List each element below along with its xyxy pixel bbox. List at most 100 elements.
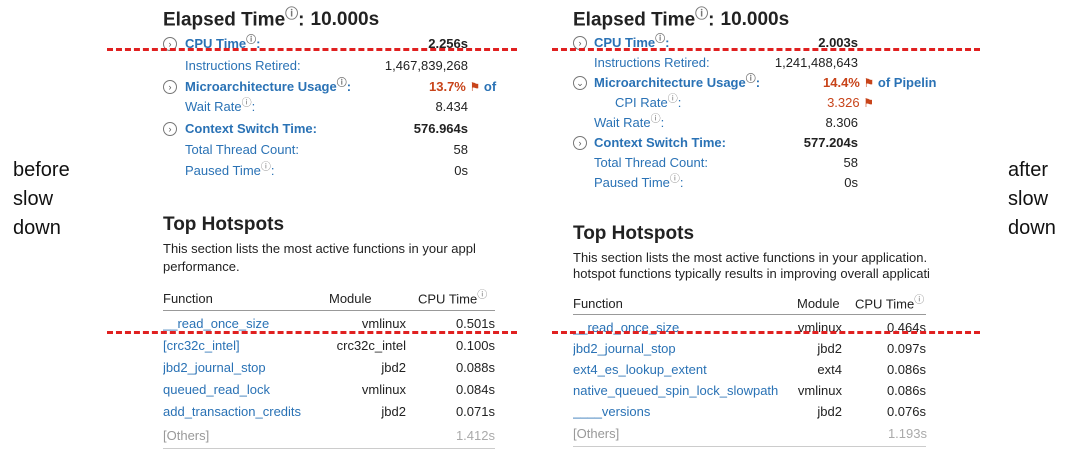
others-row-value: 1.193s [887,426,927,441]
metric-paused-time: Paused Timeⓘ: 0s [573,174,937,192]
before-summary-panel: Elapsed Timeⓘ: 10.000s › CPU Timeⓘ: 2.256… [163,0,508,459]
cpi-rate-link[interactable]: CPI Rateⓘ: [615,94,681,112]
question-circle-icon[interactable]: ⓘ [670,174,680,185]
top-hotspots-description-line2: performance. [163,259,240,274]
cpi-rate-value-group: 3.326 ⚑ [827,94,874,112]
hotspot-module: vmlinux [797,320,842,335]
table-header-divider [573,314,926,315]
annotation-line: down [13,217,61,239]
hotspot-module: ext4 [817,362,842,377]
metric-context-switch-time: › Context Switch Time: 576.964s [163,120,508,138]
annotation-line: slow [1008,188,1049,210]
hotspot-cpu-time: 0.086s [886,383,926,398]
wait-rate-value: 8.434 [435,99,468,114]
others-row-label[interactable]: [Others] [573,425,619,443]
cpi-rate-value: 3.326 [827,95,860,110]
question-circle-icon[interactable]: ⓘ [746,74,756,85]
column-header-module[interactable]: Module [797,296,840,311]
question-circle-icon[interactable]: ⓘ [261,162,271,173]
others-row-label[interactable]: [Others] [163,427,209,445]
metric-total-thread-count: Total Thread Count: 58 [163,141,508,159]
question-circle-icon[interactable]: ⓘ [285,7,298,20]
total-thread-count-label[interactable]: Total Thread Count: [594,154,708,172]
wait-rate-label: Wait Rate [185,99,242,114]
hotspot-function-link[interactable]: queued_read_lock [163,381,270,399]
chevron-right-circle-icon[interactable]: › [163,80,177,94]
metric-total-thread-count: Total Thread Count: 58 [573,154,937,172]
hotspot-cpu-time: 0.084s [455,382,495,397]
microarchitecture-usage-link[interactable]: Microarchitecture Usageⓘ: [185,78,351,96]
column-header-function[interactable]: Function [573,296,623,311]
microarchitecture-usage-value: 14.4% [823,75,860,90]
paused-time-label: Paused Time [185,163,261,178]
metric-context-switch-time: › Context Switch Time: 577.204s [573,134,937,152]
elapsed-time-heading: Elapsed Timeⓘ: 10.000s [163,6,380,31]
microarchitecture-usage-suffix: of Pipelin [877,75,937,90]
wait-rate-label: Wait Rate [594,115,651,130]
metric-microarchitecture-usage: › Microarchitecture Usageⓘ: 13.7% ⚑ of [163,78,508,96]
metric-microarchitecture-usage: ⌄ Microarchitecture Usageⓘ: 14.4% ⚑ of P… [573,74,937,92]
instructions-retired-value: 1,241,488,643 [774,55,858,70]
paused-time-link[interactable]: Paused Timeⓘ: [185,162,275,180]
hotspot-function-link[interactable]: [crc32c_intel] [163,337,240,355]
paused-time-value: 0s [454,163,468,178]
table-bottom-divider [163,448,495,449]
others-row-value: 1.412s [455,428,495,443]
metric-instructions-retired: Instructions Retired: 1,241,488,643 [573,54,937,72]
microarchitecture-usage-value: 13.7% [429,79,466,94]
question-circle-icon[interactable]: ⓘ [337,78,347,89]
question-circle-icon[interactable]: ⓘ [695,7,708,20]
annotation-dashed-line [552,331,980,334]
question-circle-icon[interactable]: ⓘ [668,94,678,105]
column-header-cpu-time[interactable]: CPU Timeⓘ [418,291,487,307]
hotspot-function-link[interactable]: ext4_es_lookup_extent [573,361,707,379]
top-hotspots-description-line1: This section lists the most active funct… [573,250,928,265]
paused-time-link[interactable]: Paused Timeⓘ: [594,174,684,192]
top-hotspots-title: Top Hotspots [573,223,695,244]
elapsed-time-value: 10.000s [310,9,380,31]
question-circle-icon[interactable]: ⓘ [914,296,924,306]
hotspot-function-link[interactable]: __read_once_size [573,319,679,337]
hotspot-function-link[interactable]: native_queued_spin_lock_slowpath [573,382,778,400]
chevron-right-circle-icon[interactable]: › [163,122,177,136]
microarchitecture-usage-link[interactable]: Microarchitecture Usageⓘ: [594,74,760,92]
question-circle-icon[interactable]: ⓘ [655,34,665,45]
hotspot-module: jbd2 [817,404,842,419]
wait-rate-link[interactable]: Wait Rateⓘ: [594,114,664,132]
context-switch-time-label[interactable]: Context Switch Time: [185,120,317,138]
instructions-retired-label[interactable]: Instructions Retired: [594,54,710,72]
hotspot-function-link[interactable]: ____versions [573,403,650,421]
wait-rate-value: 8.306 [825,115,858,130]
hotspot-function-link[interactable]: jbd2_journal_stop [573,340,676,358]
top-hotspots-title: Top Hotspots [163,214,285,235]
question-circle-icon[interactable]: ⓘ [477,291,487,301]
column-header-function[interactable]: Function [163,291,213,306]
microarchitecture-usage-label: Microarchitecture Usage [185,79,337,94]
question-circle-icon[interactable]: ⓘ [242,98,252,109]
context-switch-time-label[interactable]: Context Switch Time: [594,134,726,152]
question-circle-icon[interactable]: ⓘ [246,35,256,46]
column-header-module[interactable]: Module [329,291,372,306]
elapsed-time-label: Elapsed Time [573,9,696,31]
microarchitecture-usage-label: Microarchitecture Usage [594,75,746,90]
hotspot-cpu-time: 0.464s [886,320,926,335]
paused-time-label: Paused Time [594,175,670,190]
question-circle-icon[interactable]: ⓘ [651,114,661,125]
total-thread-count-label[interactable]: Total Thread Count: [185,141,299,159]
context-switch-time-value: 576.964s [413,121,468,136]
annotation-dashed-line [107,48,517,51]
hotspot-function-link[interactable]: add_transaction_credits [163,403,301,421]
wait-rate-link[interactable]: Wait Rateⓘ: [185,98,255,116]
elapsed-time-label: Elapsed Time [163,9,286,31]
instructions-retired-label[interactable]: Instructions Retired: [185,57,301,75]
before-slow-down-annotation: before slow down [13,156,70,243]
chevron-down-circle-icon[interactable]: ⌄ [573,76,587,90]
top-hotspots-description-line1: This section lists the most active funct… [163,241,476,256]
hotspot-cpu-time: 0.088s [455,360,495,375]
annotation-line: before [13,159,70,181]
table-header-divider [163,310,495,311]
cpi-rate-label: CPI Rate [615,95,668,110]
column-header-cpu-time[interactable]: CPU Timeⓘ [855,296,924,312]
hotspot-function-link[interactable]: jbd2_journal_stop [163,359,266,377]
chevron-right-circle-icon[interactable]: › [573,136,587,150]
